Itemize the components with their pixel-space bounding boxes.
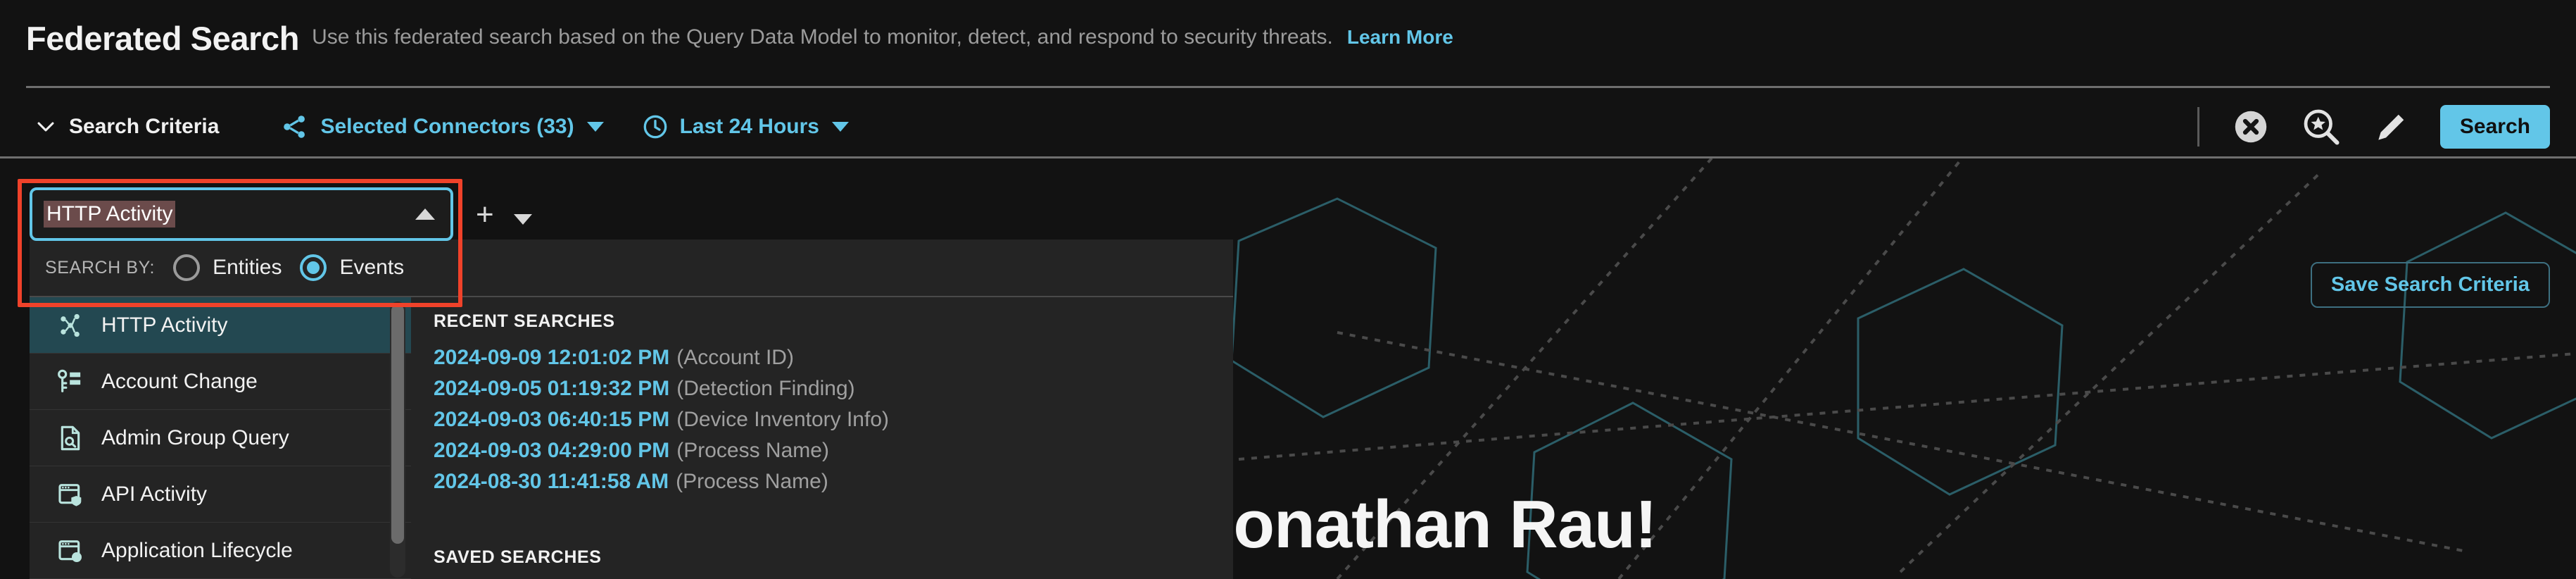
recent-search-row[interactable]: 2024-09-09 12:01:02 PM (Account ID) [434, 346, 1233, 369]
share-nodes-icon [61, 313, 80, 337]
header-divider [26, 86, 2550, 88]
recent-search-kind: (Detection Finding) [676, 377, 855, 400]
time-range-label: Last 24 Hours [679, 115, 819, 138]
saved-search-button[interactable] [2299, 105, 2343, 149]
clock-icon [643, 115, 667, 139]
query-select-control[interactable]: HTTP Activity [30, 187, 453, 241]
page-subtitle: Use this federated search based on the Q… [312, 25, 1333, 49]
key-list-icon [58, 369, 81, 392]
search-criteria-collapse-toggle[interactable]: Search Criteria [34, 115, 219, 139]
query-list-item-label: Admin Group Query [101, 425, 289, 449]
searches-panel: RECENT SEARCHES 2024-09-09 12:01:02 PM (A… [411, 297, 1233, 579]
saved-searches-title: SAVED SEARCHES [434, 547, 602, 567]
query-list-item-api-activity[interactable]: API Activity [30, 466, 411, 523]
recent-search-kind: (Device Inventory Info) [676, 408, 890, 431]
add-query-caret-icon[interactable] [514, 214, 532, 225]
query-list-item-application-lifecycle[interactable]: Application Lifecycle [30, 523, 411, 579]
query-dropdown-panel: HTTP Activity Account Change Admin Group… [30, 296, 1233, 579]
search-criteria-bar: Search Criteria Selected Connectors (33)… [0, 97, 2576, 156]
learn-more-link[interactable]: Learn More [1347, 26, 1453, 51]
query-list: HTTP Activity Account Change Admin Group… [30, 297, 411, 579]
recent-search-timestamp: 2024-09-03 04:29:00 PM [434, 439, 670, 462]
share-nodes-icon [284, 116, 305, 138]
chevron-down-icon [37, 122, 54, 132]
recent-search-row[interactable]: 2024-09-03 06:40:15 PM (Device Inventory … [434, 408, 1233, 431]
chevron-down-icon [586, 122, 604, 132]
selected-connectors-label: Selected Connectors (33) [320, 115, 574, 138]
page-title: Federated Search [26, 19, 300, 57]
recent-search-kind: (Process Name) [676, 470, 828, 493]
query-list-item-admin-group-query[interactable]: Admin Group Query [30, 410, 411, 466]
recent-searches-title: RECENT SEARCHES [434, 311, 615, 331]
query-select-value[interactable]: HTTP Activity [44, 201, 176, 228]
caret-up-icon[interactable] [415, 208, 435, 220]
radio-events-label[interactable]: Events [339, 256, 404, 280]
window-gear-icon [58, 540, 82, 562]
recent-search-kind: (Process Name) [676, 439, 829, 462]
recent-search-timestamp: 2024-08-30 11:41:58 AM [434, 470, 669, 493]
save-search-criteria-button[interactable]: Save Search Criteria [2310, 262, 2550, 308]
edit-pencil-icon [2378, 114, 2404, 140]
chevron-down-icon [831, 122, 849, 132]
toolbar-divider [2197, 107, 2199, 147]
query-list-scrollbar-thumb[interactable] [391, 304, 404, 544]
recent-search-row[interactable]: 2024-09-03 04:29:00 PM (Process Name) [434, 439, 1233, 462]
page-header: Federated Search Use this federated sear… [0, 0, 2576, 76]
recent-search-row[interactable]: 2024-09-05 01:19:32 PM (Detection Finding… [434, 377, 1233, 400]
recent-search-row[interactable]: 2024-08-30 11:41:58 AM (Process Name) [434, 470, 1233, 493]
saved-search-icon [2304, 109, 2340, 145]
recent-searches-list: 2024-09-09 12:01:02 PM (Account ID) 2024-… [434, 346, 1233, 493]
criteria-bar-divider [0, 156, 2576, 158]
welcome-heading: Jonathan Rau! [1197, 487, 1658, 562]
query-list-item-label: Application Lifecycle [101, 538, 293, 562]
query-list-item-label: API Activity [101, 482, 208, 506]
window-shield-icon [58, 483, 82, 506]
clear-search-button[interactable] [2229, 105, 2273, 149]
radio-events[interactable] [300, 254, 327, 281]
radio-entities-label[interactable]: Entities [213, 256, 282, 280]
clear-search-icon [2235, 111, 2267, 143]
document-search-icon [61, 425, 80, 450]
recent-search-timestamp: 2024-09-05 01:19:32 PM [434, 377, 670, 400]
search-criteria-label: Search Criteria [69, 115, 220, 138]
edit-search-button[interactable] [2370, 105, 2413, 149]
add-query-button[interactable]: + [476, 199, 494, 230]
query-list-item-http-activity[interactable]: HTTP Activity [30, 297, 411, 354]
recent-search-kind: (Account ID) [676, 346, 794, 369]
radio-entities[interactable] [173, 254, 201, 281]
query-list-item-label: HTTP Activity [101, 313, 228, 337]
search-by-row: SEARCH BY: Entities Events [30, 239, 1233, 296]
query-list-item-account-change[interactable]: Account Change [30, 354, 411, 410]
query-list-item-label: Account Change [101, 369, 258, 393]
time-range-dropdown[interactable]: Last 24 Hours [640, 112, 849, 142]
search-by-label: SEARCH BY: [45, 257, 156, 278]
recent-search-timestamp: 2024-09-09 12:01:02 PM [434, 346, 670, 369]
search-button[interactable]: Search [2439, 105, 2550, 149]
recent-search-timestamp: 2024-09-03 06:40:15 PM [434, 408, 670, 431]
query-select-combobox[interactable]: HTTP Activity [30, 187, 453, 241]
selected-connectors-dropdown[interactable]: Selected Connectors (33) [279, 111, 604, 142]
query-list-scrollbar[interactable] [390, 301, 405, 578]
federated-search-page: Federated Search Use this federated sear… [0, 0, 2576, 579]
